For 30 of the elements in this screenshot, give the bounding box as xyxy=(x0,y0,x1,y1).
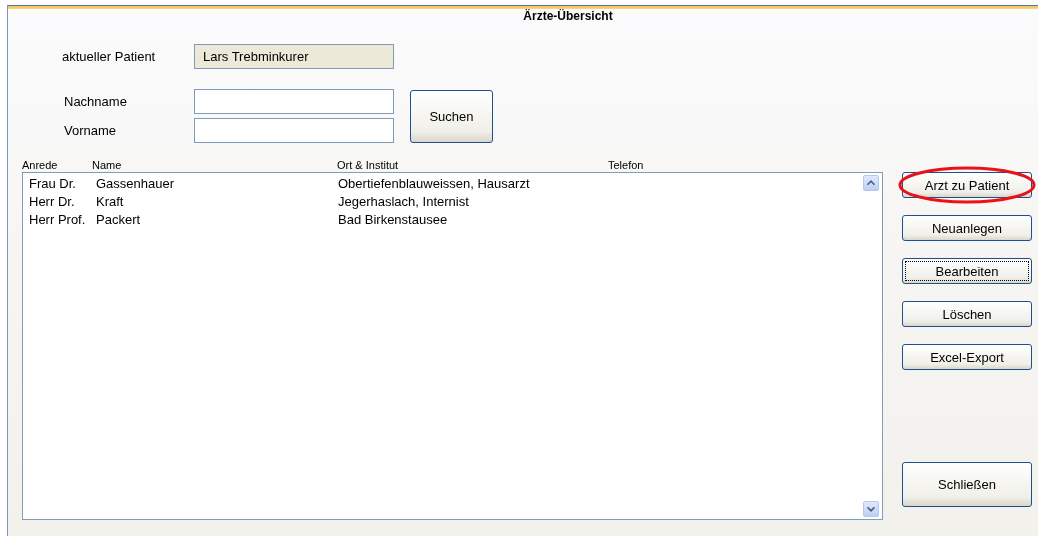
window-title: Ärzte-Übersicht xyxy=(522,9,614,25)
scroll-up-icon[interactable] xyxy=(863,175,879,191)
patient-label: aktueller Patient xyxy=(62,49,157,64)
action-button[interactable]: Bearbeiten xyxy=(902,258,1032,284)
doctor-list[interactable]: Frau Dr. Gassenhauer Obertiefenblauweissen, Hausarzt Herr Dr. Kraft Jegerhaslach, Internist Herr Prof. Packert Bad Birkenstausee xyxy=(22,172,883,520)
input-field[interactable] xyxy=(194,118,394,143)
action-button[interactable]: Neuanlegen xyxy=(902,215,1032,241)
column-header: Name xyxy=(92,159,123,172)
table-cell-text: Bad Birkenstausee xyxy=(338,211,449,227)
close-button[interactable]: Schließen xyxy=(902,462,1032,507)
table-cell-text: Gassenhauer xyxy=(96,175,176,191)
action-button[interactable]: Excel-Export xyxy=(902,344,1032,370)
field-label: Nachname xyxy=(64,94,128,109)
table-cell-text: Obertiefenblauweissen, Hausarzt xyxy=(338,175,531,191)
column-header: Anrede xyxy=(22,159,59,172)
search-button[interactable]: Suchen xyxy=(410,89,493,143)
input-field[interactable] xyxy=(194,89,394,114)
scroll-down-icon[interactable] xyxy=(863,501,879,517)
table-cell-text: Herr Prof. xyxy=(28,211,87,227)
table-cell-text: Kraft xyxy=(96,193,125,209)
action-button[interactable]: Löschen xyxy=(902,301,1032,327)
table-cell-text: Packert xyxy=(96,211,142,227)
table-cell-text: Jegerhaslach, Internist xyxy=(338,193,470,209)
action-button[interactable]: Arzt zu Patient xyxy=(902,172,1032,198)
patient-field[interactable]: Lars Trebminkurer xyxy=(194,44,394,69)
table-cell-text: Herr Dr. xyxy=(28,193,76,209)
table-cell-text: Frau Dr. xyxy=(28,175,77,191)
field-label: Vorname xyxy=(64,123,118,138)
column-header: Telefon xyxy=(608,159,644,172)
column-header: Ort & Institut xyxy=(337,159,400,172)
